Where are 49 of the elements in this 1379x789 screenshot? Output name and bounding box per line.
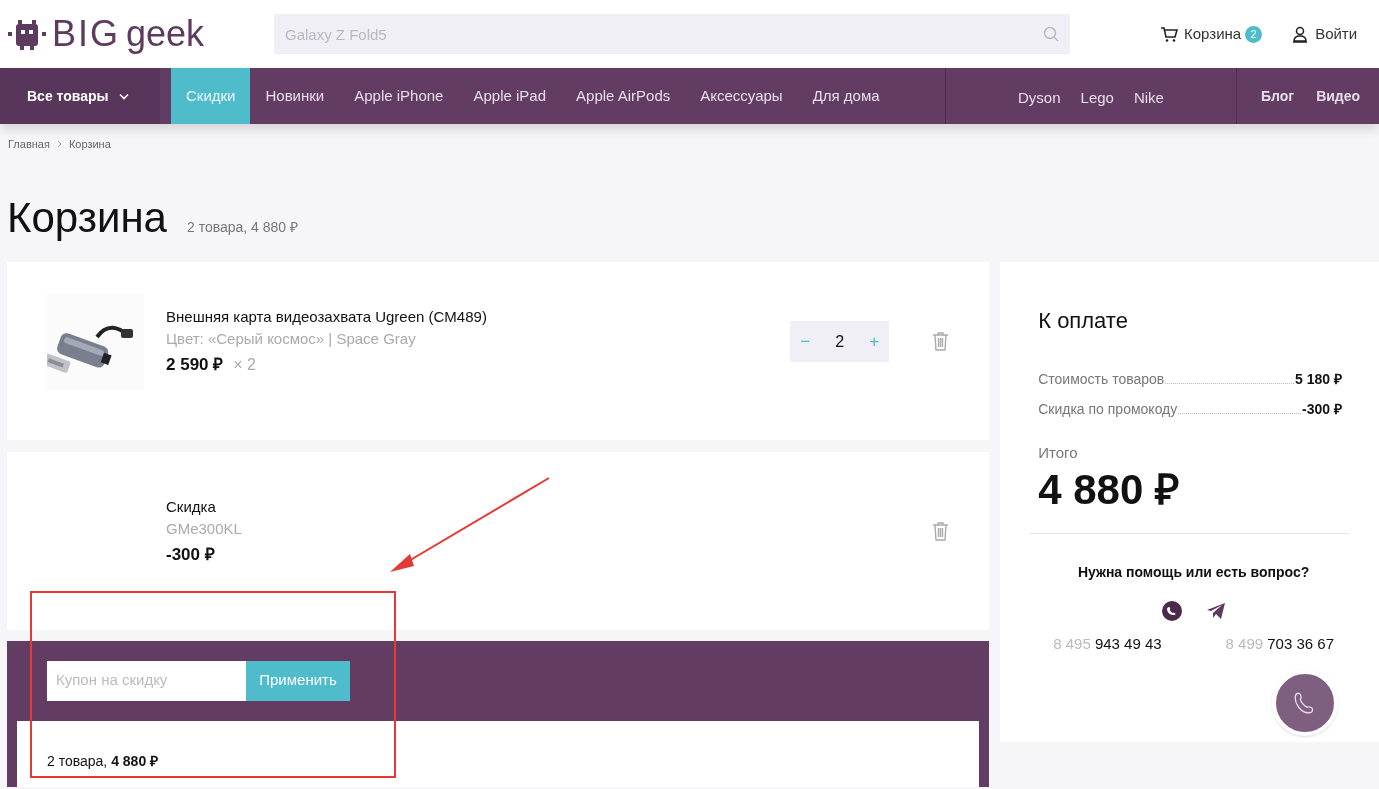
product-name: Внешняя карта видеозахвата Ugreen (CM489)	[166, 306, 488, 327]
chevron-right-icon	[56, 140, 62, 149]
telegram-icon[interactable]	[1205, 600, 1226, 621]
help-text: Нужна помощь или есть вопрос?	[1076, 562, 1311, 582]
cart-icon	[1160, 25, 1178, 43]
breadcrumb-link[interactable]: Корзина	[68, 136, 111, 153]
cart-link[interactable]: Корзина	[1160, 22, 1242, 46]
brand-link[interactable]: Lego	[1080, 86, 1114, 110]
product-variant: GMe300KL	[166, 519, 243, 540]
chevron-down-icon	[118, 92, 129, 100]
brand-link[interactable]: Dyson	[1018, 86, 1061, 110]
totals-text: 2 товара, 4 880 ₽	[47, 751, 160, 771]
line-label: Скидка по промокоду	[1038, 399, 1178, 419]
nav-link[interactable]: Блог	[1261, 85, 1295, 107]
quantity-value: 2	[835, 331, 845, 352]
logo-icon	[8, 18, 46, 50]
checkout-title: К оплате	[1038, 306, 1129, 335]
product-price: 2 590 ₽	[166, 353, 224, 376]
nav-tab[interactable]: Apple AirPods	[561, 68, 686, 124]
line-label: Стоимость товаров	[1038, 369, 1165, 389]
nav-tab[interactable]: Apple iPhone	[339, 68, 459, 124]
nav-tab[interactable]: Аксессуары	[685, 68, 798, 124]
coupon-field[interactable]: Купон на скидку	[47, 660, 246, 701]
quantity-multiplier: × 2	[233, 354, 256, 375]
page-title: Корзина	[7, 196, 167, 239]
product-variant: Цвет: «Серый космос» | Space Gray	[166, 329, 417, 350]
viber-icon[interactable]	[1161, 600, 1182, 621]
line-value: 5 180 ₽	[1295, 369, 1342, 389]
login-link[interactable]: Войти	[1292, 22, 1358, 46]
phone-link[interactable]: 8 499 703 36 67	[1225, 632, 1334, 655]
cart-summary: 2 товара, 4 880 ₽	[187, 217, 299, 237]
total-amount: 4 880 ₽	[1038, 465, 1180, 515]
user-icon	[1292, 25, 1309, 43]
all-products-menu[interactable]: Все товары	[0, 68, 160, 124]
nav-link[interactable]: Видео	[1316, 85, 1361, 107]
nav-tab[interactable]: Для дома	[797, 68, 895, 124]
logo-text: BIG	[52, 16, 120, 52]
total-label: Итого	[1038, 442, 1079, 463]
brand-link[interactable]: Nike	[1133, 86, 1164, 110]
line-value: -300 ₽	[1302, 399, 1342, 419]
cart-count-badge: 2	[1245, 25, 1263, 43]
product-name: Скидка	[166, 496, 217, 517]
phone-link[interactable]: 8 495 943 49 43	[1053, 632, 1162, 655]
nav-tab[interactable]: Apple iPad	[458, 68, 562, 124]
product-price: -300 ₽	[166, 543, 215, 566]
logo-text: geek	[126, 16, 205, 52]
search-field[interactable]: Galaxy Z Fold5	[274, 14, 1070, 54]
breadcrumb-link[interactable]: Главная	[8, 136, 50, 153]
nav-tab[interactable]: Новинки	[250, 68, 340, 124]
